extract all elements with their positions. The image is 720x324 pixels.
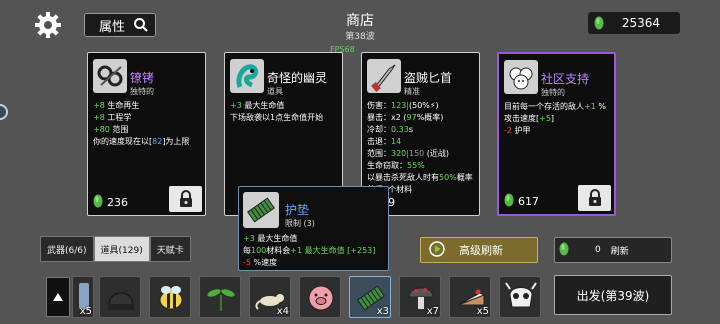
card-description: 目前每一个存活的敌人+1 % 攻击速度[+5] -2 护甲	[504, 101, 610, 137]
description-line: 生命窃取：55%	[367, 161, 425, 170]
card-description: 伤害：123|(50%⚡) 暴击：x2 (97%概率) 冷却：0.33s 击退：14 范…	[367, 100, 475, 196]
material-amount: 25364	[621, 16, 660, 30]
tab-talent-cards[interactable]: 天赋卡	[149, 236, 191, 262]
settings-gear-icon[interactable]	[34, 11, 62, 39]
price-value: 236	[107, 195, 128, 209]
shop-card-1[interactable]: 镣铐 独特的 +8 生命再生 +8 工程学 +80 范围你的速度现在以[82]为上限…	[87, 52, 206, 216]
beanie-icon	[108, 292, 134, 310]
dagger-icon	[367, 59, 401, 93]
material-icon	[594, 16, 604, 33]
advanced-refresh-label: 高级刷新	[459, 244, 503, 257]
tooltip-limit: 限制 (3)	[285, 219, 315, 228]
arrow-up-icon	[53, 293, 63, 301]
description-line: 暴击：x2 (97%概率)	[367, 113, 444, 122]
description-line: -2 护甲	[504, 126, 531, 135]
inventory-slot[interactable]: x5	[449, 276, 491, 318]
shackles-icon	[93, 59, 127, 93]
refresh-cost: 0	[595, 245, 601, 255]
tab-items[interactable]: 道具(129)	[93, 236, 150, 262]
depart-button[interactable]: 出发(第39波)	[554, 275, 672, 315]
description-line: 冷却：0.33s	[367, 125, 413, 134]
description-line: 以暴击杀死敌人时有50%概率	[367, 173, 473, 182]
card-description: +3 最大生命值下场敌袭以1点生命值开始	[230, 100, 338, 124]
inventory-slot[interactable]	[299, 276, 341, 318]
card-name: 社区支持	[541, 72, 590, 86]
card-rarity: 道具	[267, 87, 283, 96]
wave-label: 第38波	[345, 32, 375, 42]
item-tooltip: 护垫 限制 (3) +3 最大生命值每100材料会+1 最大生命值 [+253]…	[238, 186, 389, 271]
play-icon	[429, 240, 445, 260]
description-line: 你的速度现在以[82]为上限	[93, 137, 190, 146]
lock-button[interactable]	[169, 186, 202, 212]
search-icon	[133, 17, 149, 37]
tooltip-name: 护垫	[285, 203, 310, 217]
slot-count: x5	[476, 306, 489, 317]
stats-label: 属性	[99, 19, 126, 35]
card-rarity: 独特的	[130, 87, 154, 96]
pad-icon	[243, 192, 279, 228]
description-line: 伤害：123|(50%⚡)	[367, 101, 439, 110]
refresh-label: 刷新	[610, 246, 629, 257]
inventory-slot[interactable]	[499, 276, 541, 318]
description-line: +3 最大生命值	[230, 101, 285, 110]
slot-count: x4	[276, 306, 289, 317]
page-title: 商店	[346, 13, 374, 29]
skull-icon	[505, 282, 537, 308]
tooltip-description: +3 最大生命值每100材料会+1 最大生命值 [+253] -5 %速度	[243, 233, 385, 269]
ghost-icon	[230, 59, 264, 93]
inventory-slot[interactable]	[199, 276, 241, 318]
inventory-slot[interactable]: x5	[72, 276, 94, 318]
material-icon	[559, 242, 569, 259]
description-line: +3 最大生命值	[243, 234, 298, 243]
description-line: 击退：14	[367, 137, 402, 146]
inventory-tabs: 武器(6/6) 道具(129) 天赋卡	[40, 236, 191, 262]
description-line: 下场敌袭以1点生命值开始	[230, 113, 324, 122]
inventory-slot[interactable]	[149, 276, 191, 318]
stats-search-button[interactable]: 属性	[84, 13, 156, 37]
inventory-slot-selected[interactable]: x3	[349, 276, 391, 318]
inventory-slot[interactable]	[99, 276, 141, 318]
lock-icon	[179, 190, 192, 207]
material-counter: 25364	[588, 12, 680, 34]
sprout-icon	[207, 289, 235, 311]
card-price: 236	[93, 193, 128, 211]
description-line: 目前每一个存活的敌人+1 %	[504, 102, 606, 111]
description-line: 攻击速度[+5]	[504, 114, 555, 123]
card-description: +8 生命再生 +8 工程学 +80 范围你的速度现在以[82]为上限	[93, 100, 201, 148]
description-line: -5 %速度	[243, 258, 278, 267]
card-rarity: 独特的	[541, 88, 565, 97]
inventory-slot[interactable]: x4	[249, 276, 291, 318]
slot-count: x3	[376, 306, 389, 317]
description-line: 每100材料会+1 最大生命值 [+253]	[243, 246, 376, 255]
description-line: +8 生命再生	[93, 101, 140, 110]
description-line: +80 范围	[93, 125, 129, 134]
tab-weapons[interactable]: 武器(6/6)	[40, 236, 94, 262]
side-toggle-icon[interactable]	[0, 104, 8, 120]
slot-count: x5	[79, 306, 92, 317]
pig-icon	[308, 285, 334, 311]
shop-card-4[interactable]: 社区支持 独特的 目前每一个存活的敌人+1 % 攻击速度[+5] -2 护甲 617	[497, 52, 616, 216]
price-value: 617	[518, 194, 539, 208]
card-price: 617	[504, 192, 539, 210]
card-name: 镣铐	[130, 71, 155, 85]
material-icon	[504, 193, 514, 210]
card-rarity: 精准	[404, 87, 420, 96]
lock-button[interactable]	[578, 185, 611, 211]
slot-count: x7	[426, 306, 439, 317]
community-support-icon	[504, 60, 538, 94]
bee-icon	[159, 286, 183, 310]
card-name: 盗贼匕首	[404, 71, 453, 85]
inventory-slot[interactable]: x7	[399, 276, 441, 318]
material-icon	[93, 194, 103, 211]
description-line: +8 工程学	[93, 113, 132, 122]
card-name: 奇怪的幽灵	[267, 71, 328, 85]
lock-icon	[588, 189, 601, 206]
refresh-button[interactable]: 0 刷新	[554, 237, 672, 263]
scroll-up-button[interactable]	[46, 277, 70, 317]
description-line: 范围：320|150 (近战)	[367, 149, 450, 158]
advanced-refresh-button[interactable]: 高级刷新	[420, 237, 538, 263]
